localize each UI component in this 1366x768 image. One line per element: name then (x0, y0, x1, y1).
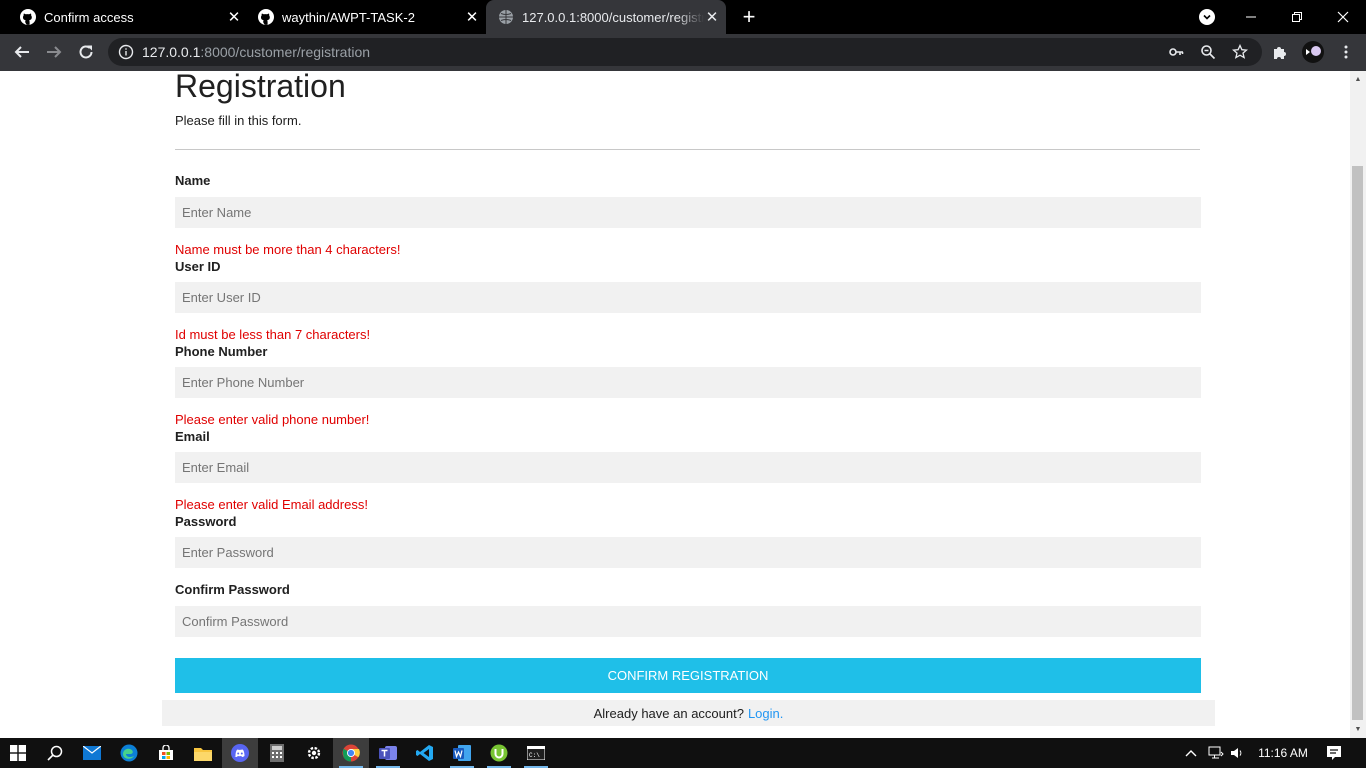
calculator-icon[interactable] (259, 738, 295, 768)
close-window-icon[interactable] (1320, 0, 1366, 34)
search-icon[interactable] (37, 738, 73, 768)
github-icon (20, 9, 36, 25)
tab-search-icon[interactable] (1199, 9, 1215, 25)
tab-close-icon[interactable]: ✕ (704, 9, 720, 26)
name-label: Name (175, 173, 211, 188)
settings-icon[interactable] (296, 738, 332, 768)
tab-github-repo[interactable]: waythin/AWPT-TASK-2 ✕ (238, 0, 486, 34)
url-path: :8000/customer/registration (200, 44, 371, 60)
store-icon[interactable] (148, 738, 184, 768)
page-title: Registration (175, 71, 346, 104)
clock[interactable]: 11:16 AM (1252, 738, 1314, 768)
confirm-registration-button[interactable]: Confirm Registration (175, 658, 1201, 693)
phone-input[interactable] (175, 367, 1201, 398)
notifications-icon[interactable] (1322, 738, 1346, 768)
tab-close-icon[interactable]: ✕ (464, 9, 480, 26)
scrollbar-thumb[interactable] (1352, 166, 1363, 720)
svg-text:C:\: C:\ (529, 752, 540, 759)
confirm-password-input[interactable] (175, 606, 1201, 637)
menu-kebab-icon[interactable] (1337, 43, 1355, 61)
back-icon[interactable] (9, 39, 35, 65)
divider (175, 149, 1200, 150)
name-input[interactable] (175, 197, 1201, 228)
address-url[interactable]: 127.0.0.1:8000/customer/registration (142, 44, 370, 60)
password-label: Password (175, 514, 237, 529)
login-prompt-row: Already have an account? Login. (162, 700, 1215, 726)
globe-icon (498, 9, 514, 25)
reload-icon[interactable] (73, 39, 99, 65)
key-icon[interactable] (1167, 43, 1185, 61)
mail-icon[interactable] (74, 738, 110, 768)
chrome-icon[interactable] (333, 738, 369, 768)
user-id-input[interactable] (175, 282, 1201, 313)
confirm-password-label: Confirm Password (175, 582, 290, 597)
extensions-icon[interactable] (1271, 43, 1289, 61)
edge-icon[interactable] (111, 738, 147, 768)
profile-avatar[interactable] (1302, 41, 1324, 63)
scroll-up-icon[interactable]: ▲ (1353, 74, 1363, 84)
restore-icon[interactable] (1274, 0, 1320, 34)
file-explorer-icon[interactable] (185, 738, 221, 768)
login-link[interactable]: Login. (748, 706, 783, 721)
tab-confirm-access[interactable]: Confirm access ✕ (0, 0, 248, 34)
tab-title: Confirm access (44, 9, 134, 25)
password-input[interactable] (175, 537, 1201, 568)
minimize-icon[interactable] (1228, 0, 1274, 34)
windows-start-icon[interactable] (0, 738, 36, 768)
bookmark-star-icon[interactable] (1231, 43, 1249, 61)
user-id-error: Id must be less than 7 characters! (175, 327, 371, 342)
new-tab-button[interactable]: + (737, 4, 761, 29)
volume-icon[interactable] (1228, 738, 1248, 768)
page-viewport: Registration Please fill in this form. N… (0, 71, 1350, 738)
zoom-icon[interactable] (1199, 43, 1217, 61)
name-error: Name must be more than 4 characters! (175, 242, 401, 257)
page-subtitle: Please fill in this form. (175, 113, 302, 128)
forward-icon[interactable] (41, 39, 67, 65)
site-info-icon[interactable] (118, 44, 134, 60)
login-prompt-text: Already have an account? (593, 705, 744, 721)
terminal-icon[interactable]: C:\ (518, 738, 554, 768)
tab-registration[interactable]: 127.0.0.1:8000/customer/registration ✕ (486, 0, 726, 34)
url-host: 127.0.0.1 (142, 44, 201, 60)
scroll-down-icon[interactable]: ▼ (1353, 724, 1363, 734)
network-icon[interactable] (1206, 738, 1226, 768)
user-id-label: User ID (175, 259, 221, 274)
teams-icon[interactable] (370, 738, 406, 768)
phone-error: Please enter valid phone number! (175, 412, 370, 427)
discord-icon[interactable] (222, 738, 258, 768)
tray-overflow-icon[interactable] (1182, 738, 1200, 768)
email-label: Email (175, 429, 210, 444)
email-input[interactable] (175, 452, 1201, 483)
tab-title: 127.0.0.1:8000/customer/registration (522, 9, 704, 25)
utorrent-icon[interactable] (481, 738, 517, 768)
github-icon (258, 9, 274, 25)
email-error: Please enter valid Email address! (175, 497, 368, 512)
vscode-icon[interactable] (407, 738, 443, 768)
phone-label: Phone Number (175, 344, 268, 359)
tab-title: waythin/AWPT-TASK-2 (282, 9, 415, 25)
word-icon[interactable] (444, 738, 480, 768)
